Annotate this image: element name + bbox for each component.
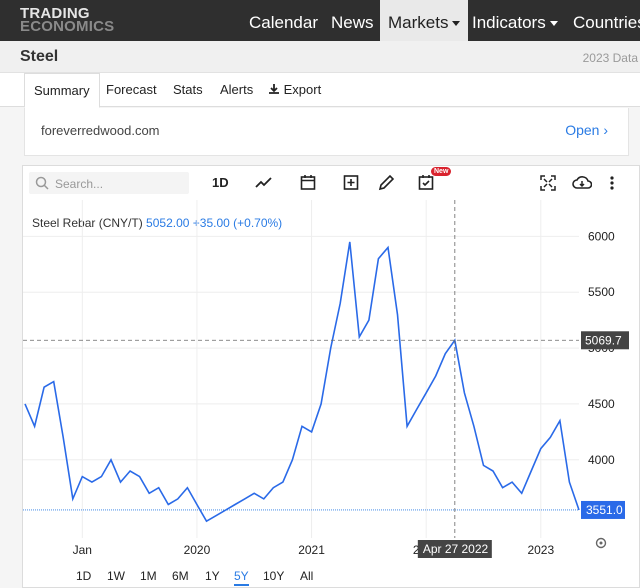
tab-summary[interactable]: Summary — [24, 73, 100, 108]
ad-banner[interactable]: foreverredwood.com Open › — [24, 108, 629, 156]
x-tick-label: 2020 — [184, 543, 211, 557]
nav-news[interactable]: News — [331, 0, 374, 41]
range-all[interactable]: All — [300, 569, 313, 583]
x-tick-label: 2021 — [298, 543, 325, 557]
ad-url: foreverredwood.com — [41, 123, 160, 138]
price-line — [24, 241, 580, 523]
range-10y[interactable]: 10Y — [263, 569, 284, 583]
nav-calendar[interactable]: Calendar — [249, 0, 318, 41]
range-1y[interactable]: 1Y — [205, 569, 220, 583]
page-header: Steel 2023 Data — [0, 41, 640, 73]
x-tick-label: 2023 — [527, 543, 554, 557]
settings-gear-icon[interactable] — [595, 537, 607, 549]
range-selector: 1D 1W 1M 6M 1Y 5Y 10Y All — [23, 566, 640, 588]
trading-economics-logo[interactable]: TRADING ECONOMICS — [20, 6, 114, 34]
range-1w[interactable]: 1W — [107, 569, 125, 583]
crosshair-price-text: 5069.7 — [585, 333, 622, 347]
page-title: Steel — [20, 48, 59, 65]
y-tick-label: 5500 — [588, 285, 615, 299]
chevron-down-icon — [549, 21, 558, 27]
nav-countries[interactable]: Countries — [573, 0, 640, 41]
last-price-label: 3551.0 — [581, 500, 625, 519]
nav-indicators[interactable]: Indicators — [472, 0, 558, 41]
price-chart-panel: Search... 1D New Steel Rebar (CNY/T) 505… — [22, 165, 640, 588]
crosshair-date-text: Apr 27 2022 — [423, 542, 489, 556]
data-year: 2023 Data — [582, 51, 638, 65]
x-tick-label: Jan — [73, 543, 92, 557]
chevron-down-icon — [452, 21, 461, 27]
crosshair-date-label: Apr 27 2022 — [417, 540, 492, 558]
y-tick-label: 4000 — [588, 453, 615, 467]
crosshair-price-label: 5069.7 — [581, 331, 629, 350]
top-navigation: TRADING ECONOMICS Calendar News Markets … — [0, 0, 640, 41]
price-chart[interactable]: 40004500500055006000 Jan2020202120222023… — [23, 166, 640, 566]
download-icon — [269, 84, 279, 94]
range-6m[interactable]: 6M — [172, 569, 189, 583]
range-1d[interactable]: 1D — [76, 569, 91, 583]
y-tick-label: 6000 — [588, 229, 615, 243]
nav-markets[interactable]: Markets — [380, 0, 469, 41]
tab-export[interactable]: Export — [268, 73, 321, 107]
tab-forecast[interactable]: Forecast — [106, 73, 157, 107]
chevron-right-icon: › — [603, 122, 608, 138]
range-1m[interactable]: 1M — [140, 569, 157, 583]
tab-bar: Summary Forecast Stats Alerts Export — [0, 73, 640, 108]
ad-open-link[interactable]: Open › — [565, 122, 608, 138]
tab-alerts[interactable]: Alerts — [220, 73, 253, 107]
last-price-text: 3551.0 — [586, 503, 623, 517]
y-tick-label: 4500 — [588, 397, 615, 411]
tab-stats[interactable]: Stats — [173, 73, 203, 107]
chart-grid — [23, 200, 579, 538]
range-5y[interactable]: 5Y — [234, 569, 249, 586]
